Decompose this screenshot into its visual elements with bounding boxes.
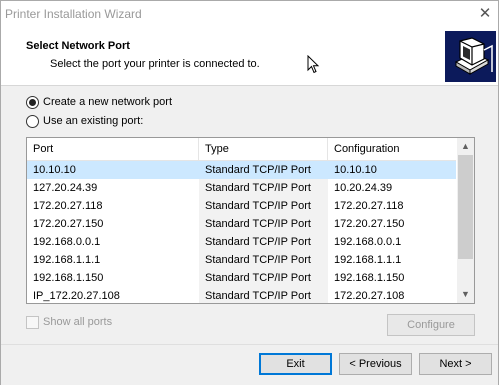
configure-button[interactable]: Configure [387, 314, 475, 336]
table-row[interactable]: 192.168.1.1.1 Standard TCP/IP Port 192.168… [27, 251, 456, 269]
table-row[interactable]: 192.168.0.0.1 Standard TCP/IP Port 192.168… [27, 233, 456, 251]
column-header-port[interactable]: Port [27, 138, 199, 161]
printer-network-icon [445, 31, 496, 82]
use-existing-port-radio[interactable] [26, 114, 39, 128]
type-cell: Standard TCP/IP Port [199, 269, 328, 287]
show-all-ports-checkbox[interactable] [26, 315, 39, 329]
next-button[interactable]: Next > [419, 353, 492, 375]
scroll-down-arrow-icon[interactable]: ▼ [457, 286, 474, 303]
table-row[interactable]: 10.10.10 Standard TCP/IP Port 10.10.10 [27, 161, 456, 179]
port-list-rows: 10.10.10 Standard TCP/IP Port 10.10.10 127… [27, 161, 456, 303]
type-cell: Standard TCP/IP Port [199, 179, 328, 197]
use-existing-port-label[interactable]: Use an existing port: [43, 115, 143, 127]
previous-button[interactable]: < Previous [339, 353, 412, 375]
port-cell: 192.168.1.1.1 [33, 254, 101, 266]
configuration-cell: 172.20.27.108 [334, 290, 405, 302]
table-row[interactable]: 172.20.27.118 Standard TCP/IP Port 172.20.… [27, 197, 456, 215]
port-list[interactable]: Port Type Configuration 10.10.10 Standard… [26, 137, 475, 304]
type-cell: Standard TCP/IP Port [199, 215, 328, 233]
page-subtitle: Select the port your printer is connecte… [50, 58, 260, 70]
table-row[interactable]: 192.168.1.150 Standard TCP/IP Port 192.168… [27, 269, 456, 287]
type-cell: Standard TCP/IP Port [199, 287, 328, 303]
type-cell: Standard TCP/IP Port [199, 251, 328, 269]
column-header-type[interactable]: Type [199, 138, 328, 161]
scrollbar-thumb[interactable] [458, 155, 473, 259]
configuration-cell: 10.20.24.39 [334, 182, 393, 194]
exit-button[interactable]: Exit [259, 353, 332, 375]
configuration-cell: 192.168.1.1.1 [334, 254, 402, 266]
port-cell: IP_172.20.27.108 [33, 290, 120, 302]
port-cell: 192.168.0.0.1 [33, 236, 101, 248]
configuration-cell: 192.168.1.150 [334, 272, 405, 284]
port-cell: 172.20.27.150 [33, 218, 104, 230]
configuration-cell: 10.10.10 [334, 164, 377, 176]
table-row[interactable]: IP_172.20.27.108 Standard TCP/IP Port 172.… [27, 287, 456, 303]
show-all-ports-label: Show all ports [43, 316, 113, 328]
wizard-header: Select Network Port Select the port your… [1, 27, 498, 86]
mouse-cursor-icon [307, 55, 320, 74]
table-row[interactable]: 127.20.24.39 Standard TCP/IP Port 10.20.24… [27, 179, 456, 197]
window-title: Printer Installation Wizard [5, 7, 142, 21]
configuration-cell: 192.168.0.0.1 [334, 236, 402, 248]
port-cell: 10.10.10 [33, 164, 76, 176]
table-row[interactable]: 172.20.27.150 Standard TCP/IP Port 172.20.… [27, 215, 456, 233]
port-list-scrollbar[interactable]: ▲ ▼ [457, 138, 474, 303]
port-cell: 127.20.24.39 [33, 182, 98, 194]
page-title: Select Network Port [26, 40, 130, 52]
type-cell: Standard TCP/IP Port [199, 197, 328, 215]
configuration-cell: 172.20.27.150 [334, 218, 405, 230]
create-new-port-label[interactable]: Create a new network port [43, 96, 172, 108]
port-list-header: Port Type Configuration [27, 138, 456, 161]
wizard-window: Printer Installation Wizard ✕ Select Net… [0, 0, 499, 385]
port-cell: 192.168.1.150 [33, 272, 104, 284]
configuration-cell: 172.20.27.118 [334, 200, 404, 212]
title-bar: Printer Installation Wizard ✕ [1, 1, 498, 27]
use-existing-port-option[interactable]: Use an existing port: [26, 113, 143, 129]
show-all-ports-option[interactable]: Show all ports [26, 314, 112, 330]
create-new-port-radio[interactable] [26, 95, 39, 109]
type-cell: Standard TCP/IP Port [199, 233, 328, 251]
scroll-up-arrow-icon[interactable]: ▲ [457, 138, 474, 155]
type-cell: Standard TCP/IP Port [205, 164, 311, 176]
port-cell: 172.20.27.118 [33, 200, 103, 212]
create-new-port-option[interactable]: Create a new network port [26, 94, 172, 110]
close-icon[interactable]: ✕ [473, 4, 497, 24]
column-header-configuration[interactable]: Configuration [328, 138, 456, 161]
